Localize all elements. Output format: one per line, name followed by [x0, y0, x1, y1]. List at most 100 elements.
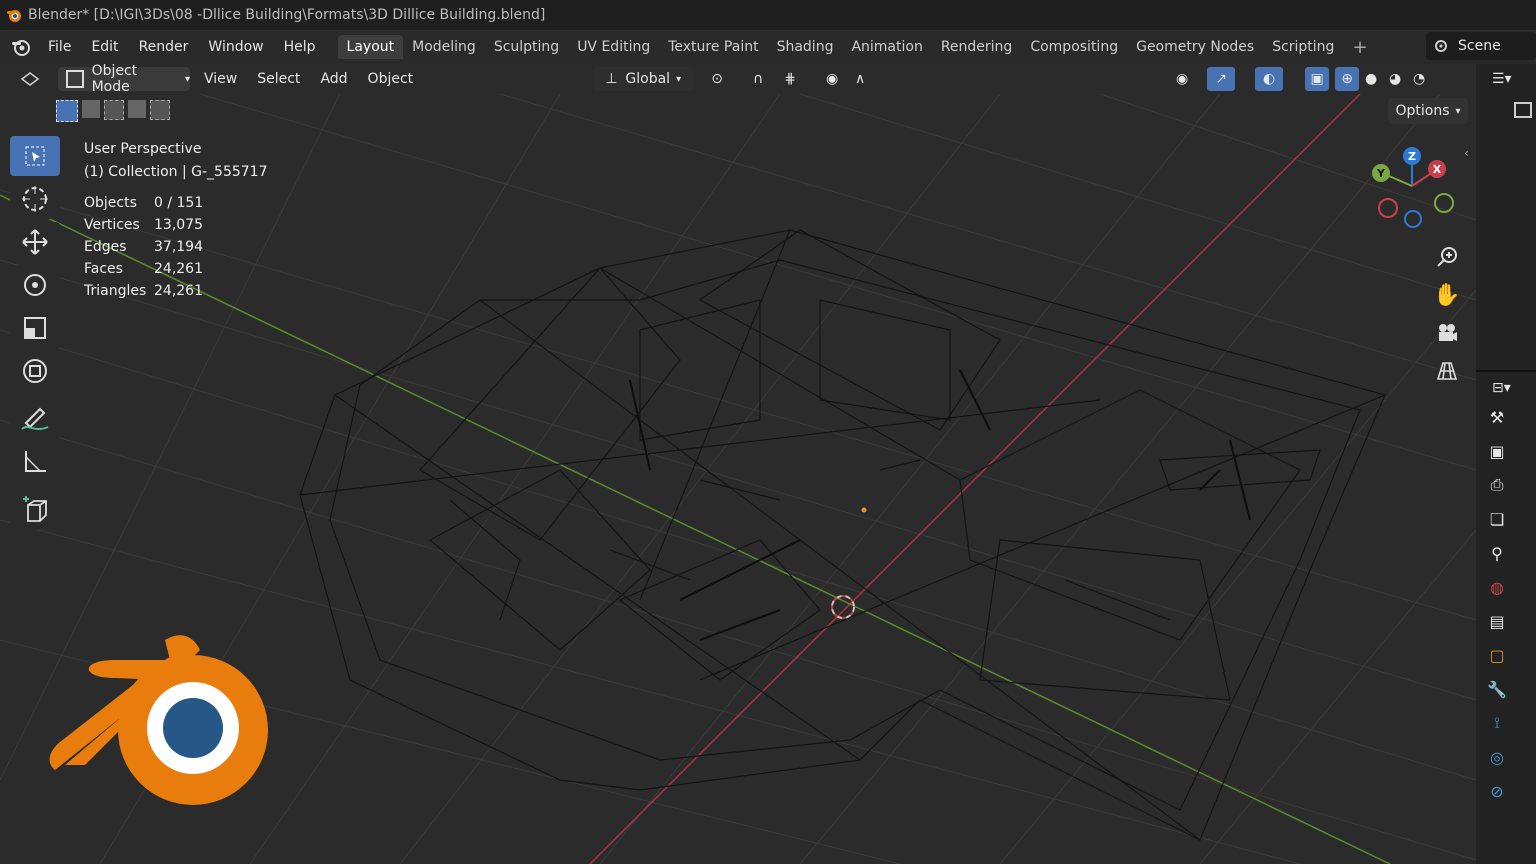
tab-layout[interactable]: Layout	[337, 35, 404, 59]
blender-logo-icon	[7, 10, 21, 22]
viewport-info: User Perspective (1) Collection | G-_555…	[84, 138, 268, 184]
shading-rendered[interactable]: ◔	[1407, 71, 1431, 87]
viewport-header: Object Mode ▾ View Select Add Object ⊥ G…	[0, 63, 1476, 95]
tab-sculpting[interactable]: Sculpting	[485, 35, 568, 59]
tab-animation[interactable]: Animation	[842, 35, 931, 59]
menu-window[interactable]: Window	[198, 39, 273, 55]
ortho-toggle-button[interactable]	[1430, 354, 1464, 388]
physics-properties-tab[interactable]: ◎	[1484, 744, 1510, 770]
select-invert-icon[interactable]	[128, 100, 146, 118]
orientation-icon: ⊥	[605, 71, 618, 87]
gizmo-toggle[interactable]: ↗	[1207, 67, 1236, 91]
gizmo-y-label: Y	[1376, 167, 1386, 180]
shading-solid[interactable]: ●	[1359, 71, 1383, 87]
menu-edit[interactable]: Edit	[81, 39, 128, 55]
navigation-gizmo[interactable]: Z X Y	[1372, 147, 1454, 228]
transform-orientation-dropdown[interactable]: ⊥ Global ▾	[593, 67, 694, 91]
add-cube-icon	[23, 496, 47, 522]
tab-geometry-nodes[interactable]: Geometry Nodes	[1127, 35, 1263, 59]
snap-target-button[interactable]: ⋕	[773, 71, 807, 87]
select-new-icon[interactable]	[56, 100, 78, 122]
camera-view-button[interactable]	[1430, 316, 1464, 350]
tab-modeling[interactable]: Modeling	[403, 35, 485, 59]
overlay-icon: ◐	[1263, 71, 1276, 87]
menu-render[interactable]: Render	[129, 39, 199, 55]
scale-icon	[24, 317, 46, 339]
editor-type-button[interactable]	[12, 70, 48, 88]
shading-material[interactable]: ◕	[1383, 71, 1407, 87]
select-intersect-icon[interactable]	[150, 100, 170, 120]
annotate-icon	[21, 407, 49, 430]
render-properties-tab[interactable]: ▣	[1484, 438, 1510, 464]
particles-properties-tab[interactable]: ⟟	[1484, 710, 1510, 736]
menu-object[interactable]: Object	[368, 71, 414, 87]
tool-cursor[interactable]	[10, 179, 60, 219]
stat-label: Vertices	[84, 217, 140, 233]
collection-label: (1) Collection | G-_555717	[84, 164, 268, 180]
tool-annotate[interactable]	[10, 399, 60, 439]
tool-rotate[interactable]	[10, 265, 60, 305]
tool-properties-tab[interactable]: ⚒	[1484, 404, 1510, 430]
stat-label: Faces	[84, 261, 123, 277]
tab-rendering[interactable]: Rendering	[932, 35, 1022, 59]
visibility-button[interactable]: ◉	[1165, 71, 1199, 87]
scene-selector[interactable]: Scene	[1426, 32, 1536, 60]
tab-scripting[interactable]: Scripting	[1263, 35, 1343, 59]
tab-uv-editing[interactable]: UV Editing	[568, 35, 659, 59]
proportional-edit-button[interactable]: ◉	[819, 71, 845, 87]
overlay-toggle[interactable]: ◐	[1255, 67, 1284, 91]
scene-properties-tab[interactable]: ⚲	[1484, 540, 1510, 566]
tool-transform[interactable]	[10, 351, 60, 391]
blender-menu-icon[interactable]	[10, 36, 32, 58]
constraints-properties-tab[interactable]: ⊘	[1484, 778, 1510, 804]
collection-icon[interactable]	[1514, 102, 1532, 118]
object-properties-tab[interactable]: ▢	[1484, 642, 1510, 668]
chevron-left-icon[interactable]: ‹	[1464, 146, 1469, 160]
proportional-icon: ◉	[826, 71, 839, 87]
menu-view[interactable]: View	[204, 71, 237, 87]
modifier-properties-tab[interactable]: 🔧	[1484, 676, 1510, 702]
pan-button[interactable]: ✋	[1430, 278, 1464, 312]
tool-move[interactable]	[10, 222, 60, 262]
stat-label: Objects	[84, 195, 137, 211]
tab-texture-paint[interactable]: Texture Paint	[659, 35, 767, 59]
tool-scale[interactable]	[10, 308, 60, 348]
outliner-type-icon[interactable]: ☰▾	[1492, 71, 1512, 87]
collection-properties-tab[interactable]: ▤	[1484, 608, 1510, 634]
viewport-3d[interactable]: Z X Y	[0, 94, 1476, 864]
view-layer-properties-tab[interactable]: ❏	[1484, 506, 1510, 532]
stat-row: Objects 0 / 151	[84, 195, 203, 217]
stat-value: 0 / 151	[154, 195, 204, 211]
falloff-button[interactable]: ∧	[845, 71, 875, 87]
cursor-icon	[22, 186, 48, 212]
output-properties-tab[interactable]: ⎙	[1484, 472, 1510, 498]
options-button[interactable]: Options ▾	[1388, 98, 1468, 124]
properties-editor-strip: ☰▾ ⊟▾ ⚒ ▣ ⎙ ❏ ⚲ ◍ ▤ ▢ 🔧 ⟟ ◎ ⊘	[1476, 64, 1536, 864]
chevron-down-icon: ▾	[184, 73, 190, 85]
menu-add[interactable]: Add	[320, 71, 347, 87]
tool-select-box[interactable]	[10, 136, 60, 176]
tab-shading[interactable]: Shading	[768, 35, 843, 59]
menu-select[interactable]: Select	[257, 71, 300, 87]
shading-wireframe[interactable]: ⊕	[1335, 67, 1360, 91]
viewport-navigation: ✋	[1430, 240, 1464, 392]
snap-button[interactable]: ∩	[743, 71, 773, 87]
tool-measure[interactable]	[10, 442, 60, 482]
menu-file[interactable]: File	[38, 39, 81, 55]
select-extend-icon[interactable]	[82, 100, 100, 118]
menu-help[interactable]: Help	[274, 39, 326, 55]
tab-compositing[interactable]: Compositing	[1021, 35, 1127, 59]
zoom-button[interactable]	[1430, 240, 1464, 274]
select-subtract-icon[interactable]	[104, 100, 124, 120]
workspace-tabs: Layout Modeling Sculpting UV Editing Tex…	[337, 30, 1377, 64]
add-workspace-icon[interactable]: +	[1343, 33, 1376, 62]
gizmo-z-label: Z	[1408, 150, 1416, 163]
tool-add-cube[interactable]	[10, 490, 60, 530]
pivot-point-button[interactable]: ⊙	[699, 71, 735, 87]
world-properties-tab[interactable]: ◍	[1484, 574, 1510, 600]
xray-toggle[interactable]: ▣	[1305, 67, 1330, 91]
mode-dropdown[interactable]: Object Mode ▾	[58, 63, 190, 95]
3d-cursor-icon[interactable]	[831, 595, 855, 619]
properties-type-icon[interactable]: ⊟▾	[1492, 380, 1536, 396]
eye-icon: ◉	[1176, 71, 1189, 87]
